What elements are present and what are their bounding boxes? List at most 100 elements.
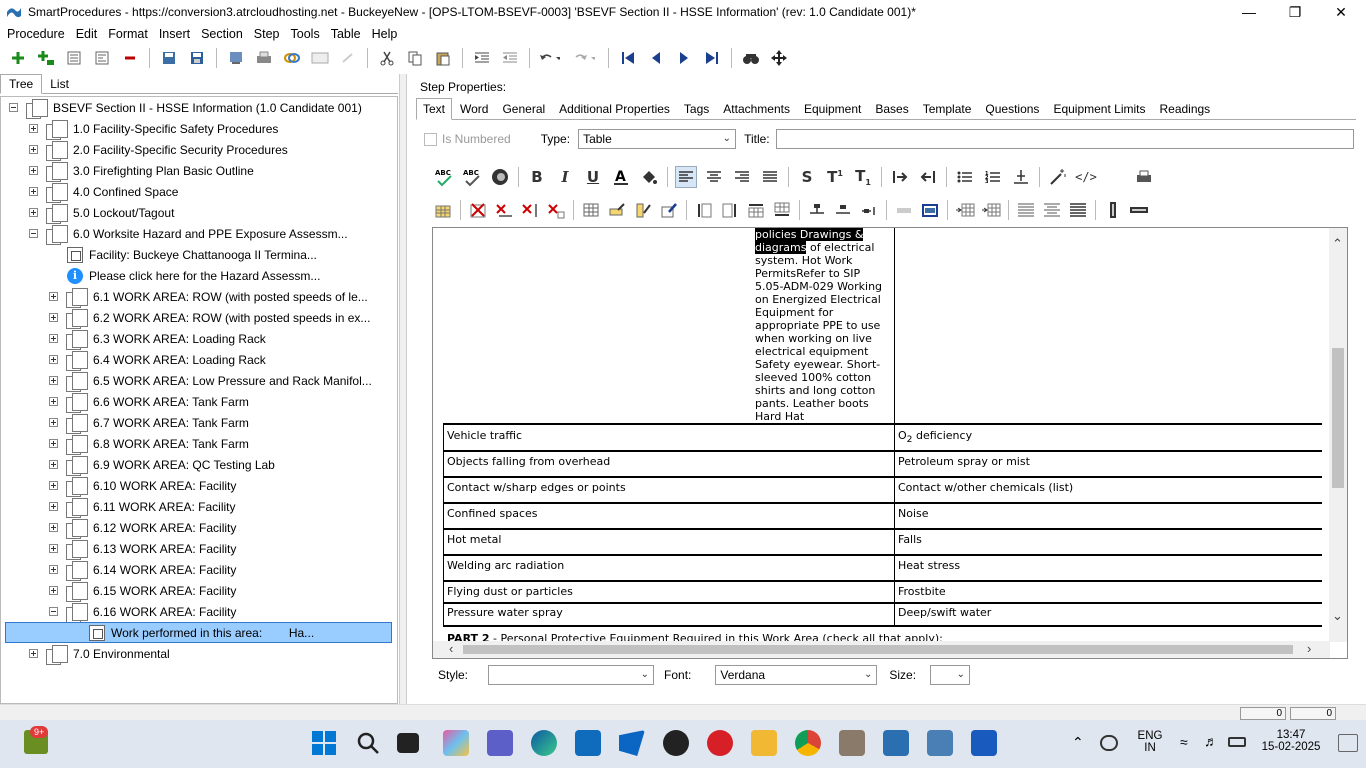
link-button[interactable] [281,47,303,69]
table-cell-right[interactable]: Contact w/other chemicals (list) [898,481,1073,494]
expand-icon[interactable] [49,313,58,322]
tree-item-facility[interactable]: Facility: Buckeye Chattanooga II Termina… [67,244,317,265]
justify-button[interactable] [759,166,781,188]
chevron-up-icon[interactable]: ⌃ [1072,734,1084,751]
tab-readings[interactable]: Readings [1153,99,1216,119]
tab-tags[interactable]: Tags [678,99,715,119]
table-properties-button[interactable] [581,200,601,220]
tab-word[interactable]: Word [454,99,494,119]
increase-indent-button[interactable] [889,166,911,188]
expand-icon[interactable] [49,397,58,406]
language-indicator[interactable]: ENG IN [1132,730,1168,754]
tab-bases[interactable]: Bases [869,99,914,119]
smartprocedures-taskbar-icon[interactable] [883,730,909,756]
task-view-icon[interactable] [397,733,419,753]
tab-tree[interactable]: Tree [0,74,43,94]
tab-text[interactable]: Text [416,98,453,120]
table-cell-right[interactable]: Noise [898,507,929,520]
store-icon[interactable] [575,730,601,756]
menu-procedure[interactable]: Procedure [3,27,69,41]
table-cell-right[interactable]: Frostbite [898,585,946,598]
expand-icon[interactable] [49,439,58,448]
underline-button[interactable]: U [582,166,604,188]
paste-button[interactable] [432,47,454,69]
indent-list-button[interactable] [63,47,85,69]
decrease-indent-button[interactable] [917,166,939,188]
expand-icon[interactable] [29,187,38,196]
tree-item-6-9[interactable]: 6.9 WORK AREA: QC Testing Lab [49,454,275,476]
expand-icon[interactable] [49,586,58,595]
style-dropdown[interactable]: ⌄ [488,665,655,685]
teams-icon[interactable] [487,730,513,756]
menu-insert[interactable]: Insert [155,27,194,41]
table-cell-right[interactable]: Heat stress [898,559,960,572]
insert-table-button[interactable] [433,200,453,220]
scrollbar-thumb[interactable] [1332,348,1344,488]
expand-icon[interactable] [49,334,58,343]
tree-item-6-13[interactable]: 6.13 WORK AREA: Facility [49,538,236,560]
tree-item-6-1[interactable]: 6.1 WORK AREA: ROW (with posted speeds o… [49,286,368,308]
close-button[interactable]: ✕ [1318,0,1364,24]
table-cell-left[interactable]: Contact w/sharp edges or points [447,481,626,494]
outdent-list-button[interactable] [91,47,113,69]
expand-icon[interactable] [49,544,58,553]
previous-step-button[interactable] [645,47,667,69]
table-cell[interactable]: policies Drawings & diagrams of electric… [755,228,894,423]
opera-icon[interactable] [707,730,733,756]
delete-cell-button[interactable] [546,200,566,220]
insert-row-below-button[interactable] [772,200,792,220]
wifi-icon[interactable]: ≈ [1180,734,1188,750]
expand-icon[interactable] [49,355,58,364]
edge-icon[interactable] [531,730,557,756]
move-button[interactable] [768,47,790,69]
insert-column-left-button[interactable] [694,200,714,220]
html-source-button[interactable]: </> [1075,166,1097,188]
collapse-icon[interactable] [29,229,38,238]
outdent-button[interactable] [499,47,521,69]
tree-item-6-6[interactable]: 6.6 WORK AREA: Tank Farm [49,391,249,413]
tree-item-hazard-info[interactable]: i Please click here for the Hazard Assess… [67,265,320,286]
table-cell-left[interactable]: Objects falling from overhead [447,455,610,468]
table-cell-right[interactable]: Petroleum spray or mist [898,455,1030,468]
table-cell-left[interactable]: Vehicle traffic [447,429,522,442]
menu-edit[interactable]: Edit [72,27,102,41]
delete-step-button[interactable] [119,47,141,69]
tree-item-6-16[interactable]: 6.16 WORK AREA: Facility [49,601,236,623]
copy-button[interactable] [404,47,426,69]
expand-icon[interactable] [49,460,58,469]
export-button[interactable] [225,47,247,69]
menu-table[interactable]: Table [327,27,365,41]
insert-row-above-button[interactable] [746,200,766,220]
horizontal-line-button[interactable] [1010,166,1032,188]
table-cell-left[interactable]: Welding arc radiation [447,559,564,572]
bold-button[interactable]: B [526,166,548,188]
minimize-button[interactable]: — [1226,0,1272,24]
tree-item-6-14[interactable]: 6.14 WORK AREA: Facility [49,559,236,581]
numbered-list-button[interactable]: 123 [982,166,1004,188]
add-substep-button[interactable] [35,47,57,69]
copilot-icon[interactable] [443,730,469,756]
dell-icon[interactable] [663,730,689,756]
menu-help[interactable]: Help [368,27,402,41]
row-properties-button[interactable] [607,200,627,220]
split-cell-button[interactable] [807,200,827,220]
expand-icon[interactable] [49,565,58,574]
align-center-button[interactable] [703,166,725,188]
superscript-button[interactable]: T1 [824,166,846,188]
strikethrough-button[interactable]: S [796,166,818,188]
collapse-icon[interactable] [49,607,58,616]
text-direction-button[interactable] [1103,200,1123,220]
expand-icon[interactable] [29,208,38,217]
word-icon[interactable] [971,730,997,756]
delete-table-button[interactable] [468,200,488,220]
tree-item-6-7[interactable]: 6.7 WORK AREA: Tank Farm [49,412,249,434]
battery-icon[interactable] [1228,737,1246,747]
insert-column-right-button[interactable] [720,200,740,220]
tree-item-6-10[interactable]: 6.10 WORK AREA: Facility [49,475,236,497]
tree-item-7-0[interactable]: 7.0 Environmental [29,643,170,665]
merge-cell-button[interactable] [833,200,853,220]
tree-item-3-0[interactable]: 3.0 Firefighting Plan Basic Outline [29,160,254,182]
save-to-server-button[interactable] [158,47,180,69]
menu-section[interactable]: Section [197,27,247,41]
next-step-button[interactable] [673,47,695,69]
